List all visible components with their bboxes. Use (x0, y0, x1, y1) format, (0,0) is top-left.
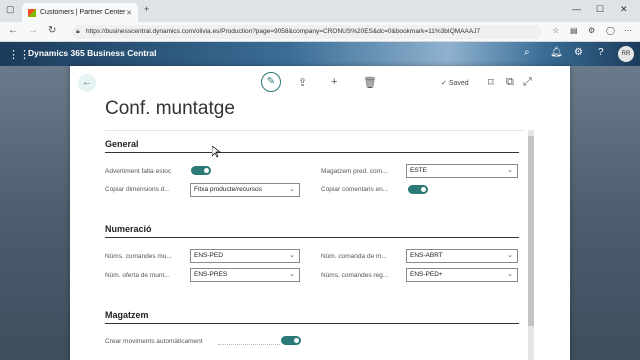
num-comandes-label: Núms. comandes mu... (105, 253, 172, 260)
extensions-icon[interactable]: ⚙ (588, 26, 595, 35)
expand-icon[interactable]: ⤢ (523, 76, 532, 89)
share-icon[interactable]: ⇪ (298, 76, 307, 89)
section-numeracio-rule (105, 237, 519, 238)
edit-pencil-icon[interactable]: ✎ (261, 72, 281, 92)
check-icon: ✓ (441, 80, 447, 87)
help-icon[interactable]: ? (598, 47, 604, 58)
open-new-window-icon[interactable]: ⧉ (506, 76, 514, 89)
collections-icon[interactable]: ▤ (570, 26, 578, 35)
bookmark-icon[interactable]: ⌑ (488, 76, 494, 89)
num-reg-select[interactable]: ENS-PED+ ⌄ (406, 268, 518, 282)
forward-nav-icon[interactable]: → (28, 25, 38, 36)
section-magatzem-rule (105, 323, 519, 324)
search-icon[interactable]: ⌕ (524, 47, 530, 58)
maximize-button[interactable]: ☐ (596, 4, 604, 15)
num-oferta-select[interactable]: ENS-PRES ⌄ (190, 268, 300, 282)
copiar-dim-label: Copiar dimensions d... (105, 186, 170, 193)
url-field[interactable]: 🔒︎ https://businesscentral.dynamics.com/… (72, 25, 542, 39)
title-divider (105, 130, 525, 131)
num-comanda-value: ENS-ABRT (410, 252, 443, 259)
back-nav-icon[interactable]: ← (8, 25, 18, 36)
chevron-down-icon: ⌄ (289, 252, 295, 259)
app-launcher-icon[interactable]: ⋮⋮ (8, 48, 30, 61)
chevron-down-icon: ⌄ (289, 271, 295, 278)
label-leader-dots (218, 344, 280, 345)
advertiment-toggle[interactable] (191, 166, 211, 175)
scrollbar[interactable] (528, 130, 534, 360)
minimize-button[interactable]: — (572, 4, 581, 14)
delete-trash-icon[interactable]: 🗑︎ (363, 76, 377, 89)
profile-icon[interactable]: ◯ (606, 26, 615, 35)
crear-moviments-toggle[interactable] (281, 336, 301, 345)
refresh-icon[interactable]: ↻ (48, 25, 56, 36)
crear-moviments-label: Crear moviments automàticament (105, 338, 203, 345)
section-general-title[interactable]: General (105, 139, 139, 149)
scrollbar-thumb[interactable] (528, 136, 534, 326)
favorite-icon[interactable]: ☆ (552, 26, 559, 35)
chevron-down-icon: ⌄ (507, 167, 513, 174)
section-general-rule (105, 152, 519, 153)
num-comandes-select[interactable]: ENS-PED ⌄ (190, 249, 300, 263)
url-text: https://businesscentral.dynamics.com/oli… (86, 28, 481, 35)
copiar-dim-select[interactable]: Fitxa producte/recursos ⌄ (190, 183, 300, 197)
saved-label: Saved (448, 80, 469, 87)
tab-close-icon[interactable]: ✕ (126, 9, 132, 17)
chevron-down-icon: ⌄ (507, 252, 513, 259)
num-oferta-value: ENS-PRES (194, 271, 228, 278)
chevron-down-icon: ⌄ (507, 271, 513, 278)
setup-card: ← ✎ ⇪ + 🗑︎ ✓ Saved ⌑ ⧉ ⤢ Conf. muntatge … (70, 66, 570, 360)
saved-status: ✓ Saved (441, 79, 469, 87)
num-oferta-label: Núm. oferta de munt... (105, 272, 170, 279)
copiar-dim-value: Fitxa producte/recursos (194, 186, 262, 193)
notifications-icon[interactable]: 🔔︎ (550, 47, 563, 58)
browser-titlebar: ▢ Customers | Partner Center ✕ + — ☐ ✕ (0, 0, 640, 22)
copiar-com-toggle[interactable] (408, 185, 428, 194)
tab-actions-icon[interactable]: ▢ (6, 4, 15, 15)
tab-favicon-icon (28, 8, 36, 17)
tab-title: Customers | Partner Center (40, 9, 126, 16)
close-window-button[interactable]: ✕ (620, 4, 628, 15)
num-comanda-label: Núm. comanda de m... (321, 253, 387, 260)
num-comanda-select[interactable]: ENS-ABRT ⌄ (406, 249, 518, 263)
back-button[interactable]: ← (78, 74, 96, 92)
copiar-com-label: Copiar comentaris en... (321, 186, 389, 193)
settings-icon[interactable]: ⚙ (574, 47, 583, 58)
section-numeracio-title[interactable]: Numeració (105, 224, 152, 234)
address-bar-row: ← → ↻ 🔒︎ https://businesscentral.dynamic… (0, 22, 640, 42)
magatzem-label: Magatzem pred. com... (321, 168, 388, 175)
avatar[interactable]: RR (618, 46, 634, 62)
section-magatzem-title[interactable]: Magatzem (105, 310, 149, 320)
page-title: Conf. muntatge (105, 98, 235, 119)
num-reg-label: Núms. comandes reg... (321, 272, 389, 279)
advertiment-label: Advertiment falta estoc (105, 168, 172, 175)
mouse-cursor-icon (212, 146, 220, 158)
app-title: Dynamics 365 Business Central (28, 48, 157, 58)
app-header: ⋮⋮ Dynamics 365 Business Central ⌕ 🔔︎ ⚙ … (0, 42, 640, 66)
magatzem-value: ESTE (410, 167, 427, 174)
chevron-down-icon: ⌄ (289, 186, 295, 193)
num-comandes-value: ENS-PED (194, 252, 223, 259)
new-plus-icon[interactable]: + (331, 76, 337, 88)
magatzem-select[interactable]: ESTE ⌄ (406, 164, 518, 178)
new-tab-button[interactable]: + (144, 4, 149, 14)
lock-icon: 🔒︎ (76, 28, 80, 35)
num-reg-value: ENS-PED+ (410, 271, 443, 278)
browser-tab[interactable]: Customers | Partner Center ✕ (22, 3, 138, 22)
more-icon[interactable]: ⋯ (624, 26, 632, 35)
